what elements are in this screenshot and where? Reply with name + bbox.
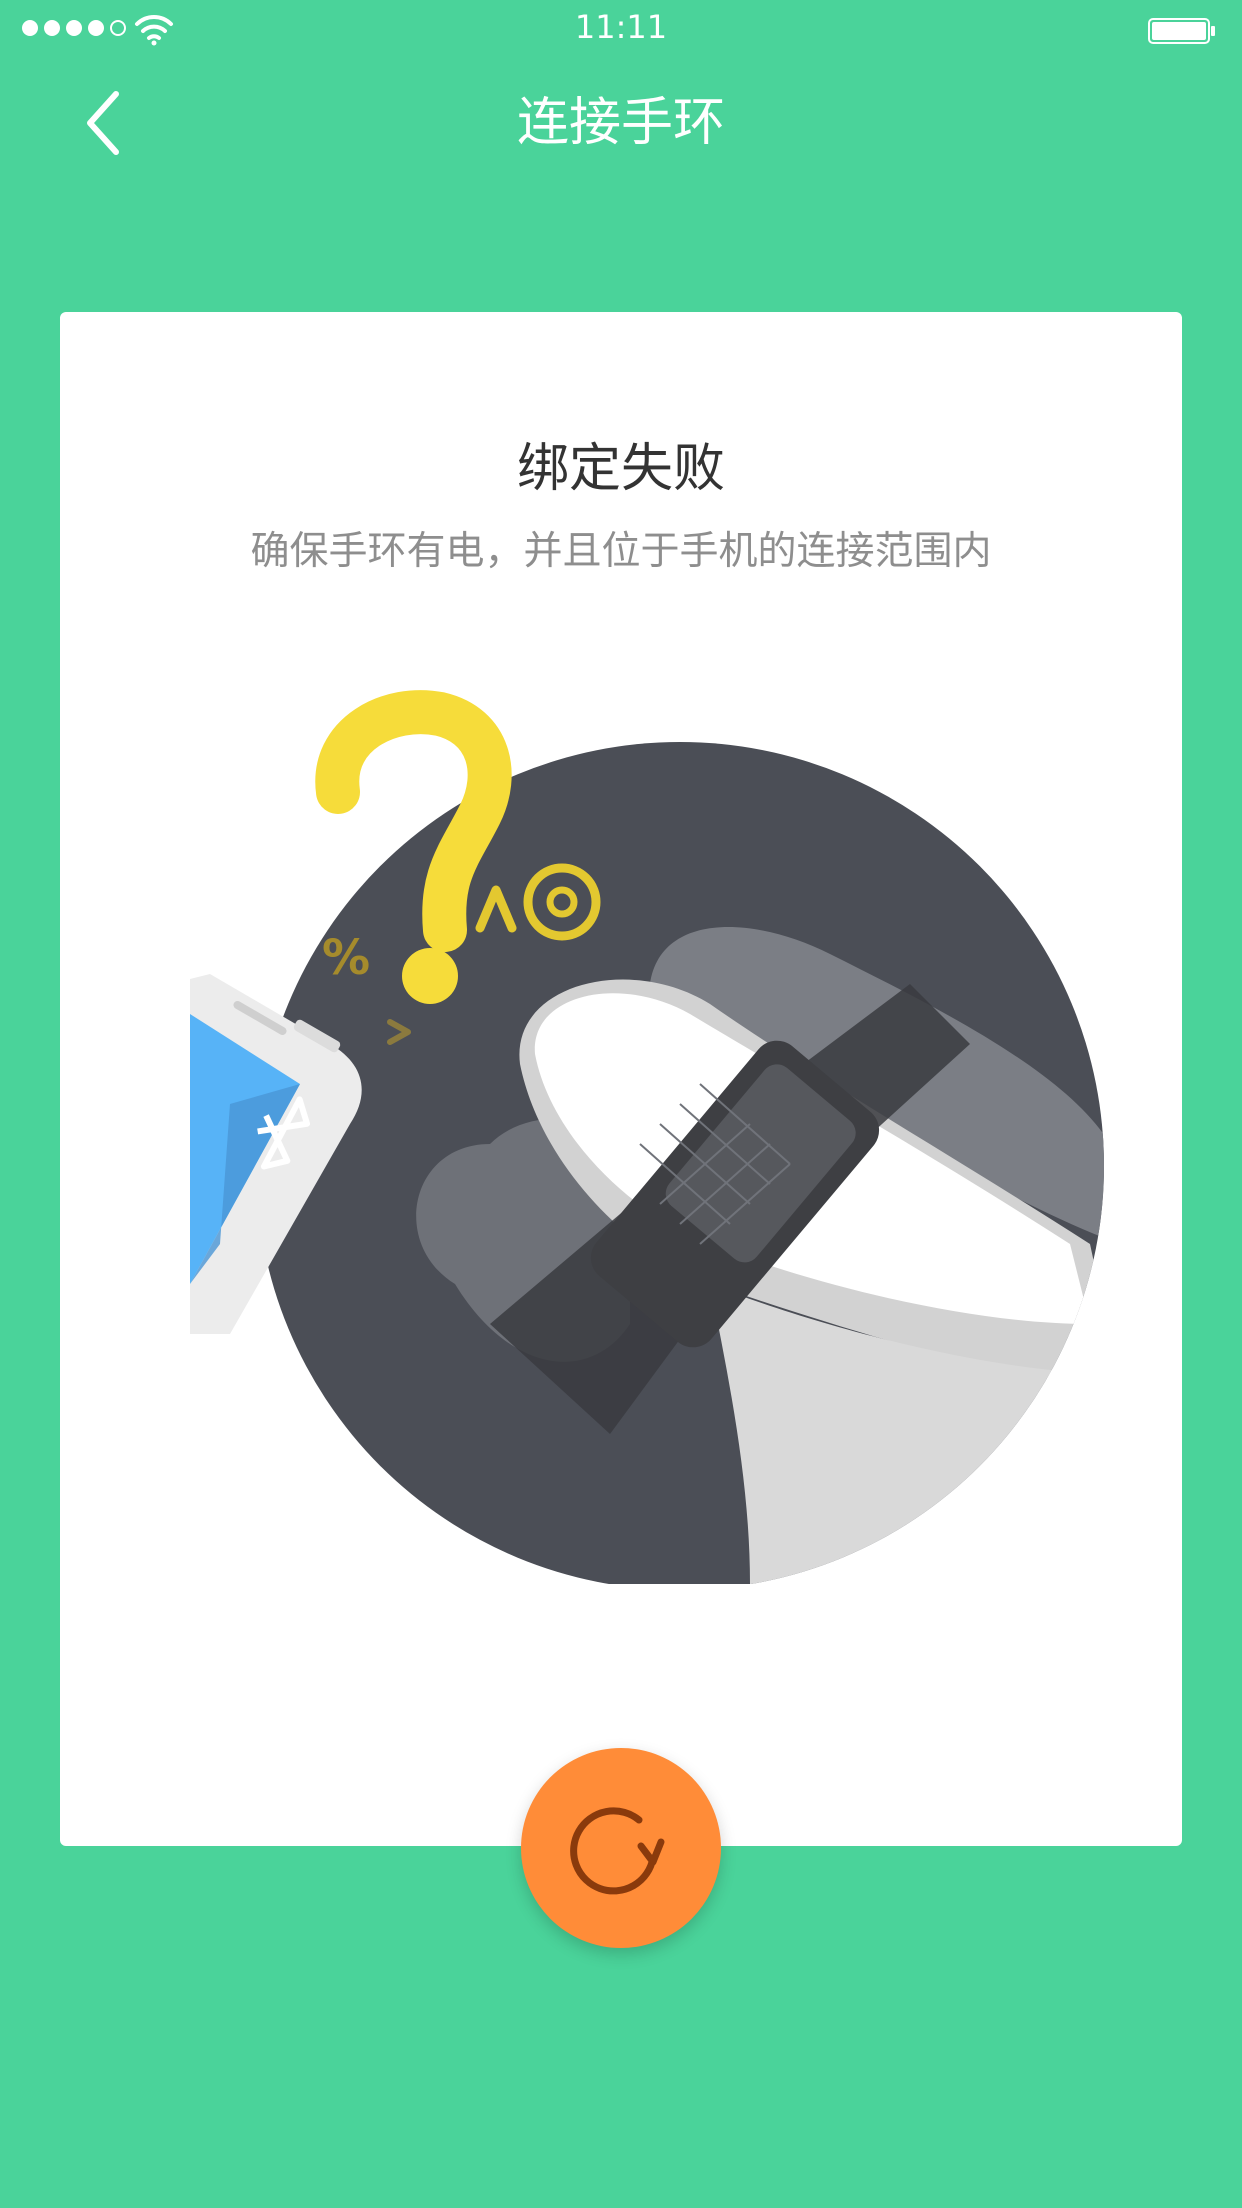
status-bar: 11:11	[0, 0, 1242, 60]
bind-failed-card: 绑定失败 确保手环有电，并且位于手机的连接范围内 %	[60, 312, 1182, 1846]
status-time: 11:11	[574, 8, 668, 46]
illustration: %	[190, 690, 1104, 1584]
page-title: 连接手环	[516, 93, 725, 153]
percent-symbol: %	[322, 930, 370, 986]
nav-bar: 连接手环	[0, 60, 1242, 190]
retry-button[interactable]	[521, 1748, 721, 1948]
battery-icon	[1148, 18, 1215, 44]
card-title: 绑定失败	[516, 439, 725, 499]
card-subtitle: 确保手环有电，并且位于手机的连接范围内	[250, 529, 992, 574]
refresh-icon	[570, 1807, 665, 1895]
